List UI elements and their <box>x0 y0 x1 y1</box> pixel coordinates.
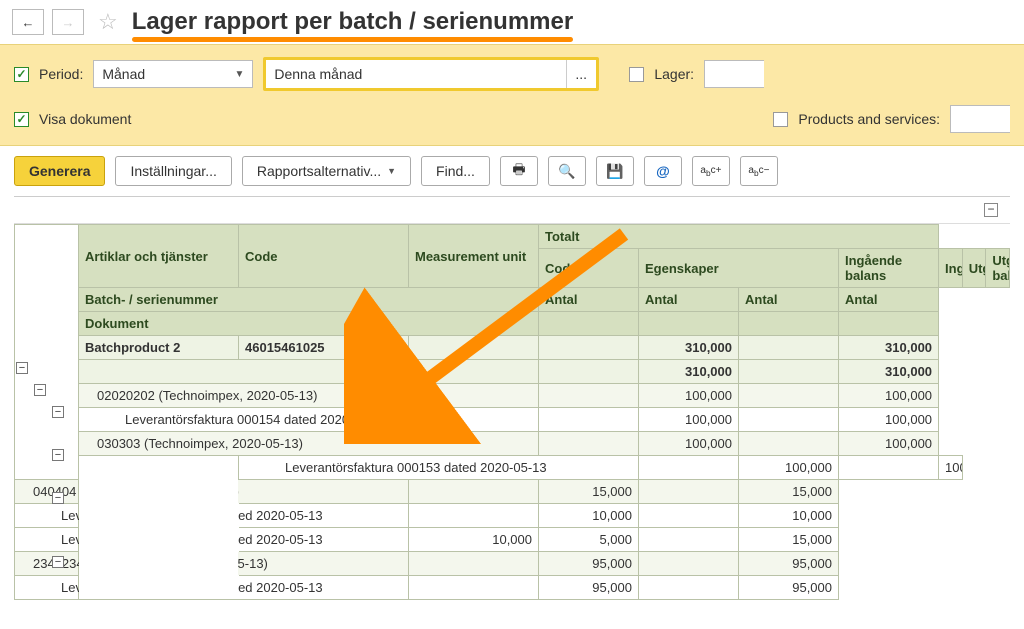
col-ing-balans[interactable]: Ingående balans <box>839 249 939 288</box>
col-egenskaper[interactable]: Egenskaper <box>639 249 839 288</box>
table-row[interactable]: 030303 (Technoimpex, 2020-05-13) 100,000… <box>15 432 1010 456</box>
chevron-down-icon: ▼ <box>234 69 244 80</box>
find-button[interactable]: Find... <box>421 156 490 186</box>
col-articles[interactable]: Artiklar och tjänster <box>79 225 239 288</box>
generate-button[interactable]: Generera <box>14 156 105 186</box>
col-antal1[interactable]: Antal <box>539 288 639 312</box>
collapse-all-button[interactable]: − <box>984 203 998 217</box>
abc-plus-icon: abc+ <box>700 165 721 178</box>
col-utg-balans[interactable]: Utgående balans <box>986 249 1010 288</box>
products-label: Products and services: <box>798 111 940 127</box>
tree-toggle[interactable]: − <box>52 492 64 504</box>
products-input[interactable] <box>950 105 1010 133</box>
col-antal4[interactable]: Antal <box>839 288 939 312</box>
chevron-down-icon: ▼ <box>387 166 396 176</box>
email-button[interactable]: @ <box>644 156 682 186</box>
col-totalt[interactable]: Totalt <box>539 225 939 249</box>
period-value-input[interactable]: Denna månad <box>266 60 566 88</box>
col-measurement[interactable]: Measurement unit <box>409 225 539 288</box>
report-options-button[interactable]: Rapportsalternativ... ▼ <box>242 156 411 186</box>
table-row[interactable]: 02020202 (Technoimpex, 2020-05-13) 100,0… <box>15 384 1010 408</box>
col-ingaende[interactable]: Ingående <box>939 249 963 288</box>
table-row[interactable]: 310,000 310,000 <box>15 360 1010 384</box>
arrow-left-icon: ← <box>22 15 35 30</box>
col-batch-serial[interactable]: Batch- / serienummer <box>79 288 539 312</box>
tree-toggle[interactable]: − <box>52 449 64 461</box>
tree-toggle[interactable]: − <box>16 362 28 374</box>
col-code[interactable]: Code <box>239 225 409 288</box>
report-grid: Artiklar och tjänster Code Measurement u… <box>14 224 1010 600</box>
floppy-icon: 💾 <box>606 163 623 180</box>
magnifier-page-icon: 🔍 <box>558 163 575 180</box>
filter-panel: ✓ Period: Månad ▼ Denna månad ... ✓ Lage… <box>0 44 1024 146</box>
tree-toggle[interactable]: − <box>52 556 64 568</box>
tree-toggle[interactable]: − <box>52 406 64 418</box>
arrow-right-icon: → <box>62 15 75 30</box>
nav-back-button[interactable]: ← <box>12 9 44 35</box>
table-row[interactable]: Batchproduct 2 46015461025 310,000 310,0… <box>15 336 1010 360</box>
products-checkbox[interactable]: ✓ <box>773 112 788 127</box>
period-mode-value: Månad <box>102 66 145 82</box>
tree-toggle[interactable]: − <box>34 384 46 396</box>
title-underline-annotation <box>132 37 573 42</box>
col-antal3[interactable]: Antal <box>739 288 839 312</box>
toolbar: Generera Inställningar... Rapportsaltern… <box>0 146 1024 196</box>
nav-forward-button[interactable]: → <box>52 9 84 35</box>
period-label: Period: <box>39 66 83 82</box>
sum-add-button[interactable]: abc+ <box>692 156 730 186</box>
lager-checkbox[interactable]: ✓ <box>629 67 644 82</box>
table-row[interactable]: Leverantörsfaktura 000154 dated 2020-05-… <box>15 408 1010 432</box>
col-dokument[interactable]: Dokument <box>79 312 539 336</box>
col-utgaende[interactable]: Utgående <box>962 249 986 288</box>
settings-button[interactable]: Inställningar... <box>115 156 231 186</box>
period-mode-select[interactable]: Månad ▼ <box>93 60 253 88</box>
print-button[interactable]: 🖶 <box>500 156 538 186</box>
sum-remove-button[interactable]: abc− <box>740 156 778 186</box>
table-row[interactable]: Leverantörsfaktura 000153 dated 2020-05-… <box>15 456 1010 480</box>
abc-minus-icon: abc− <box>748 165 769 178</box>
col-antal2[interactable]: Antal <box>639 288 739 312</box>
visa-dokument-checkbox[interactable]: ✓ <box>14 112 29 127</box>
preview-button[interactable]: 🔍 <box>548 156 586 186</box>
lager-label: Lager: <box>654 66 694 82</box>
email-icon: @ <box>656 163 670 179</box>
lager-input[interactable] <box>704 60 764 88</box>
favorite-star-icon[interactable]: ☆ <box>98 9 118 35</box>
period-checkbox[interactable]: ✓ <box>14 67 29 82</box>
visa-dokument-label: Visa dokument <box>39 111 131 127</box>
col-code2[interactable]: Code <box>539 249 639 288</box>
period-picker-button[interactable]: ... <box>566 60 596 88</box>
save-button[interactable]: 💾 <box>596 156 634 186</box>
page-title: Lager rapport per batch / serienummer <box>132 8 573 36</box>
printer-icon: 🖶 <box>512 159 525 183</box>
